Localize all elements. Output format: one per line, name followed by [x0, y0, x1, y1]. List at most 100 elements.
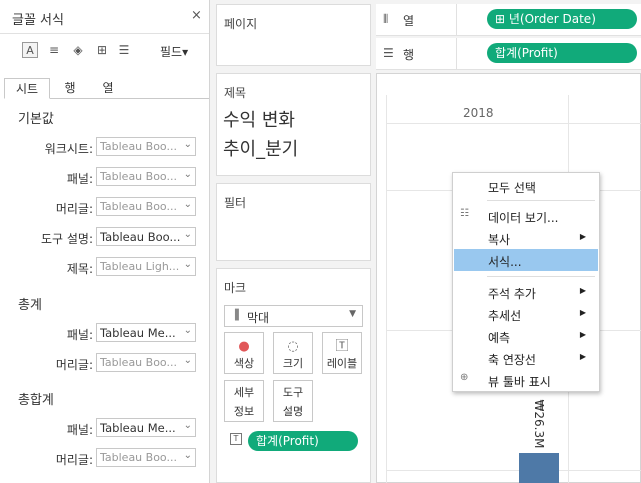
menu-item-label: 예측: [488, 331, 511, 345]
menu-separator: [487, 200, 595, 201]
chevron-down-icon: ⌄: [183, 139, 192, 150]
detail-button-label-2: 정보: [233, 405, 255, 418]
format-toolbar: A ≡ ◈ ⊞ ☰ 필드▾: [0, 38, 209, 64]
tooltip-font-dropdown[interactable]: Tableau Boo... ⌄: [96, 227, 196, 246]
text-label-icon: 🅃: [335, 339, 349, 354]
total-pane-dropdown[interactable]: Tableau Me... ⌄: [96, 323, 196, 342]
grid-line: [386, 95, 387, 483]
dropdown-value: Tableau Boo...: [100, 140, 177, 153]
rows-shelf[interactable]: ☰ 행 합계(Profit): [376, 38, 641, 70]
columns-order-date-pill[interactable]: ⊞ 년(Order Date): [487, 9, 637, 29]
shading-format-icon[interactable]: ◈: [70, 42, 86, 58]
label-encoding-icon: T: [230, 433, 242, 445]
font-format-icon[interactable]: A: [22, 42, 38, 58]
menu-item-select-all[interactable]: 모두 선택: [454, 175, 598, 197]
grand-total-pane-dropdown[interactable]: Tableau Me... ⌄: [96, 418, 196, 437]
menu-item-label: 축 연장선: [488, 353, 536, 367]
tab-rows[interactable]: 행: [52, 78, 88, 99]
worksheet-font-dropdown[interactable]: Tableau Boo... ⌄: [96, 137, 196, 156]
size-button-label: 크기: [282, 357, 304, 370]
submenu-arrow-icon: ▶: [579, 352, 586, 361]
menu-item-forecast[interactable]: 예측 ▶: [454, 325, 598, 347]
sheet-title-line-1: 수익 변화: [223, 110, 295, 131]
profit-bar[interactable]: [519, 453, 559, 483]
worksheet-font-label: 워크시트:: [44, 142, 93, 156]
dropdown-value: Tableau Boo...: [100, 356, 177, 369]
tab-sheet[interactable]: 시트: [4, 78, 50, 99]
chevron-down-icon: ⌄: [183, 229, 192, 240]
pages-card-label: 페이지: [224, 17, 258, 31]
title-card-label: 제목: [224, 86, 247, 100]
menu-item-trend-lines[interactable]: 추세선 ▶: [454, 303, 598, 325]
menu-item-annotate[interactable]: 주석 추가 ▶: [454, 281, 598, 303]
tooltip-button[interactable]: 도구 설명: [273, 380, 313, 422]
borders-format-icon[interactable]: ⊞: [94, 42, 110, 58]
rows-icon: ☰: [383, 46, 394, 60]
title-card[interactable]: 제목 수익 변화 추이_분기: [216, 73, 371, 176]
color-button[interactable]: ● 색상: [224, 332, 264, 374]
label-button[interactable]: 🅃 레이블: [322, 332, 362, 374]
field-dropdown[interactable]: 필드▾: [160, 43, 188, 60]
bar-chart-icon: ▐: [231, 310, 239, 321]
section-default-title: 기본값: [18, 112, 54, 127]
pane-font-dropdown[interactable]: Tableau Boo... ⌄: [96, 167, 196, 186]
submenu-arrow-icon: ▶: [579, 286, 586, 295]
menu-item-copy[interactable]: 복사 ▶: [454, 227, 598, 249]
header-font-dropdown[interactable]: Tableau Boo... ⌄: [96, 197, 196, 216]
year-header-2018[interactable]: 2018: [463, 106, 494, 120]
submenu-arrow-icon: ▶: [579, 330, 586, 339]
marks-card-label: 마크: [224, 281, 247, 295]
dropdown-value: Tableau Boo...: [100, 230, 180, 244]
pane-font-label: 패널:: [66, 172, 93, 186]
sheet-title-box[interactable]: 수익 변화 추이_분기: [223, 106, 364, 170]
color-button-label: 색상: [233, 357, 255, 370]
menu-item-label: 모두 선택: [488, 181, 536, 195]
title-font-label: 제목:: [66, 262, 93, 276]
chevron-down-icon: ⌄: [183, 259, 192, 270]
chevron-down-icon: ⌄: [183, 355, 192, 366]
close-icon[interactable]: ×: [191, 8, 202, 23]
mark-type-dropdown[interactable]: ▐ 막대 ▼: [224, 305, 363, 327]
dropdown-value: Tableau Me...: [100, 326, 176, 340]
grand-total-pane-label: 패널:: [66, 423, 93, 437]
section-total-title: 총계: [18, 298, 42, 313]
profit-bar-label: ₩26.3M: [532, 399, 546, 449]
menu-item-label: 데이터 보기...: [488, 211, 559, 225]
total-header-dropdown[interactable]: Tableau Boo... ⌄: [96, 353, 196, 372]
submenu-arrow-icon: ▶: [579, 308, 586, 317]
format-pane: 글꼴 서식 × A ≡ ◈ ⊞ ☰ 필드▾ 시트 행 열 기본값 워크시트: T…: [0, 0, 210, 483]
dropdown-value: Tableau Boo...: [100, 451, 177, 464]
menu-item-view-data[interactable]: ☷ 데이터 보기...: [454, 205, 598, 227]
rows-shelf-label: 행: [403, 48, 415, 62]
size-button[interactable]: ◌ 크기: [273, 332, 313, 374]
chevron-down-icon: ⌄: [183, 169, 192, 180]
menu-item-label: 서식...: [488, 255, 522, 269]
shelf-divider: [456, 38, 457, 70]
lines-format-icon[interactable]: ☰: [116, 42, 132, 58]
shelf-divider: [456, 4, 457, 36]
total-pane-label: 패널:: [66, 328, 93, 342]
menu-item-label: 추세선: [488, 309, 522, 323]
menu-item-label: 주석 추가: [488, 287, 536, 301]
pages-card[interactable]: 페이지: [216, 4, 371, 66]
rows-profit-pill[interactable]: 합계(Profit): [487, 43, 637, 63]
format-pane-title: 글꼴 서식: [12, 13, 64, 28]
menu-item-reference-lines[interactable]: 축 연장선 ▶: [454, 347, 598, 369]
columns-shelf[interactable]: ⦀ 열 ⊞ 년(Order Date): [376, 4, 641, 36]
title-font-dropdown[interactable]: Tableau Ligh... ⌄: [96, 257, 196, 276]
filters-card[interactable]: 필터: [216, 183, 371, 261]
color-icon: ●: [238, 339, 250, 354]
submenu-arrow-icon: ▶: [579, 232, 586, 241]
detail-button-label-1: 세부: [233, 386, 255, 399]
menu-item-show-view-toolbar[interactable]: ⊕ 뷰 툴바 표시: [454, 369, 598, 391]
marks-profit-pill[interactable]: 합계(Profit): [248, 431, 358, 451]
tooltip-font-label: 도구 설명:: [40, 232, 93, 246]
align-format-icon[interactable]: ≡: [46, 42, 62, 58]
filters-card-label: 필터: [224, 196, 247, 210]
menu-item-format[interactable]: 서식...: [454, 249, 598, 271]
detail-button[interactable]: 세부 정보: [224, 380, 264, 422]
context-menu: 모두 선택 ☷ 데이터 보기... 복사 ▶ 서식... 주석 추가 ▶ 추세선…: [452, 172, 600, 392]
grand-total-header-dropdown[interactable]: Tableau Boo... ⌄: [96, 448, 196, 467]
tab-columns[interactable]: 열: [90, 78, 126, 99]
view-data-icon: ☷: [460, 208, 469, 219]
